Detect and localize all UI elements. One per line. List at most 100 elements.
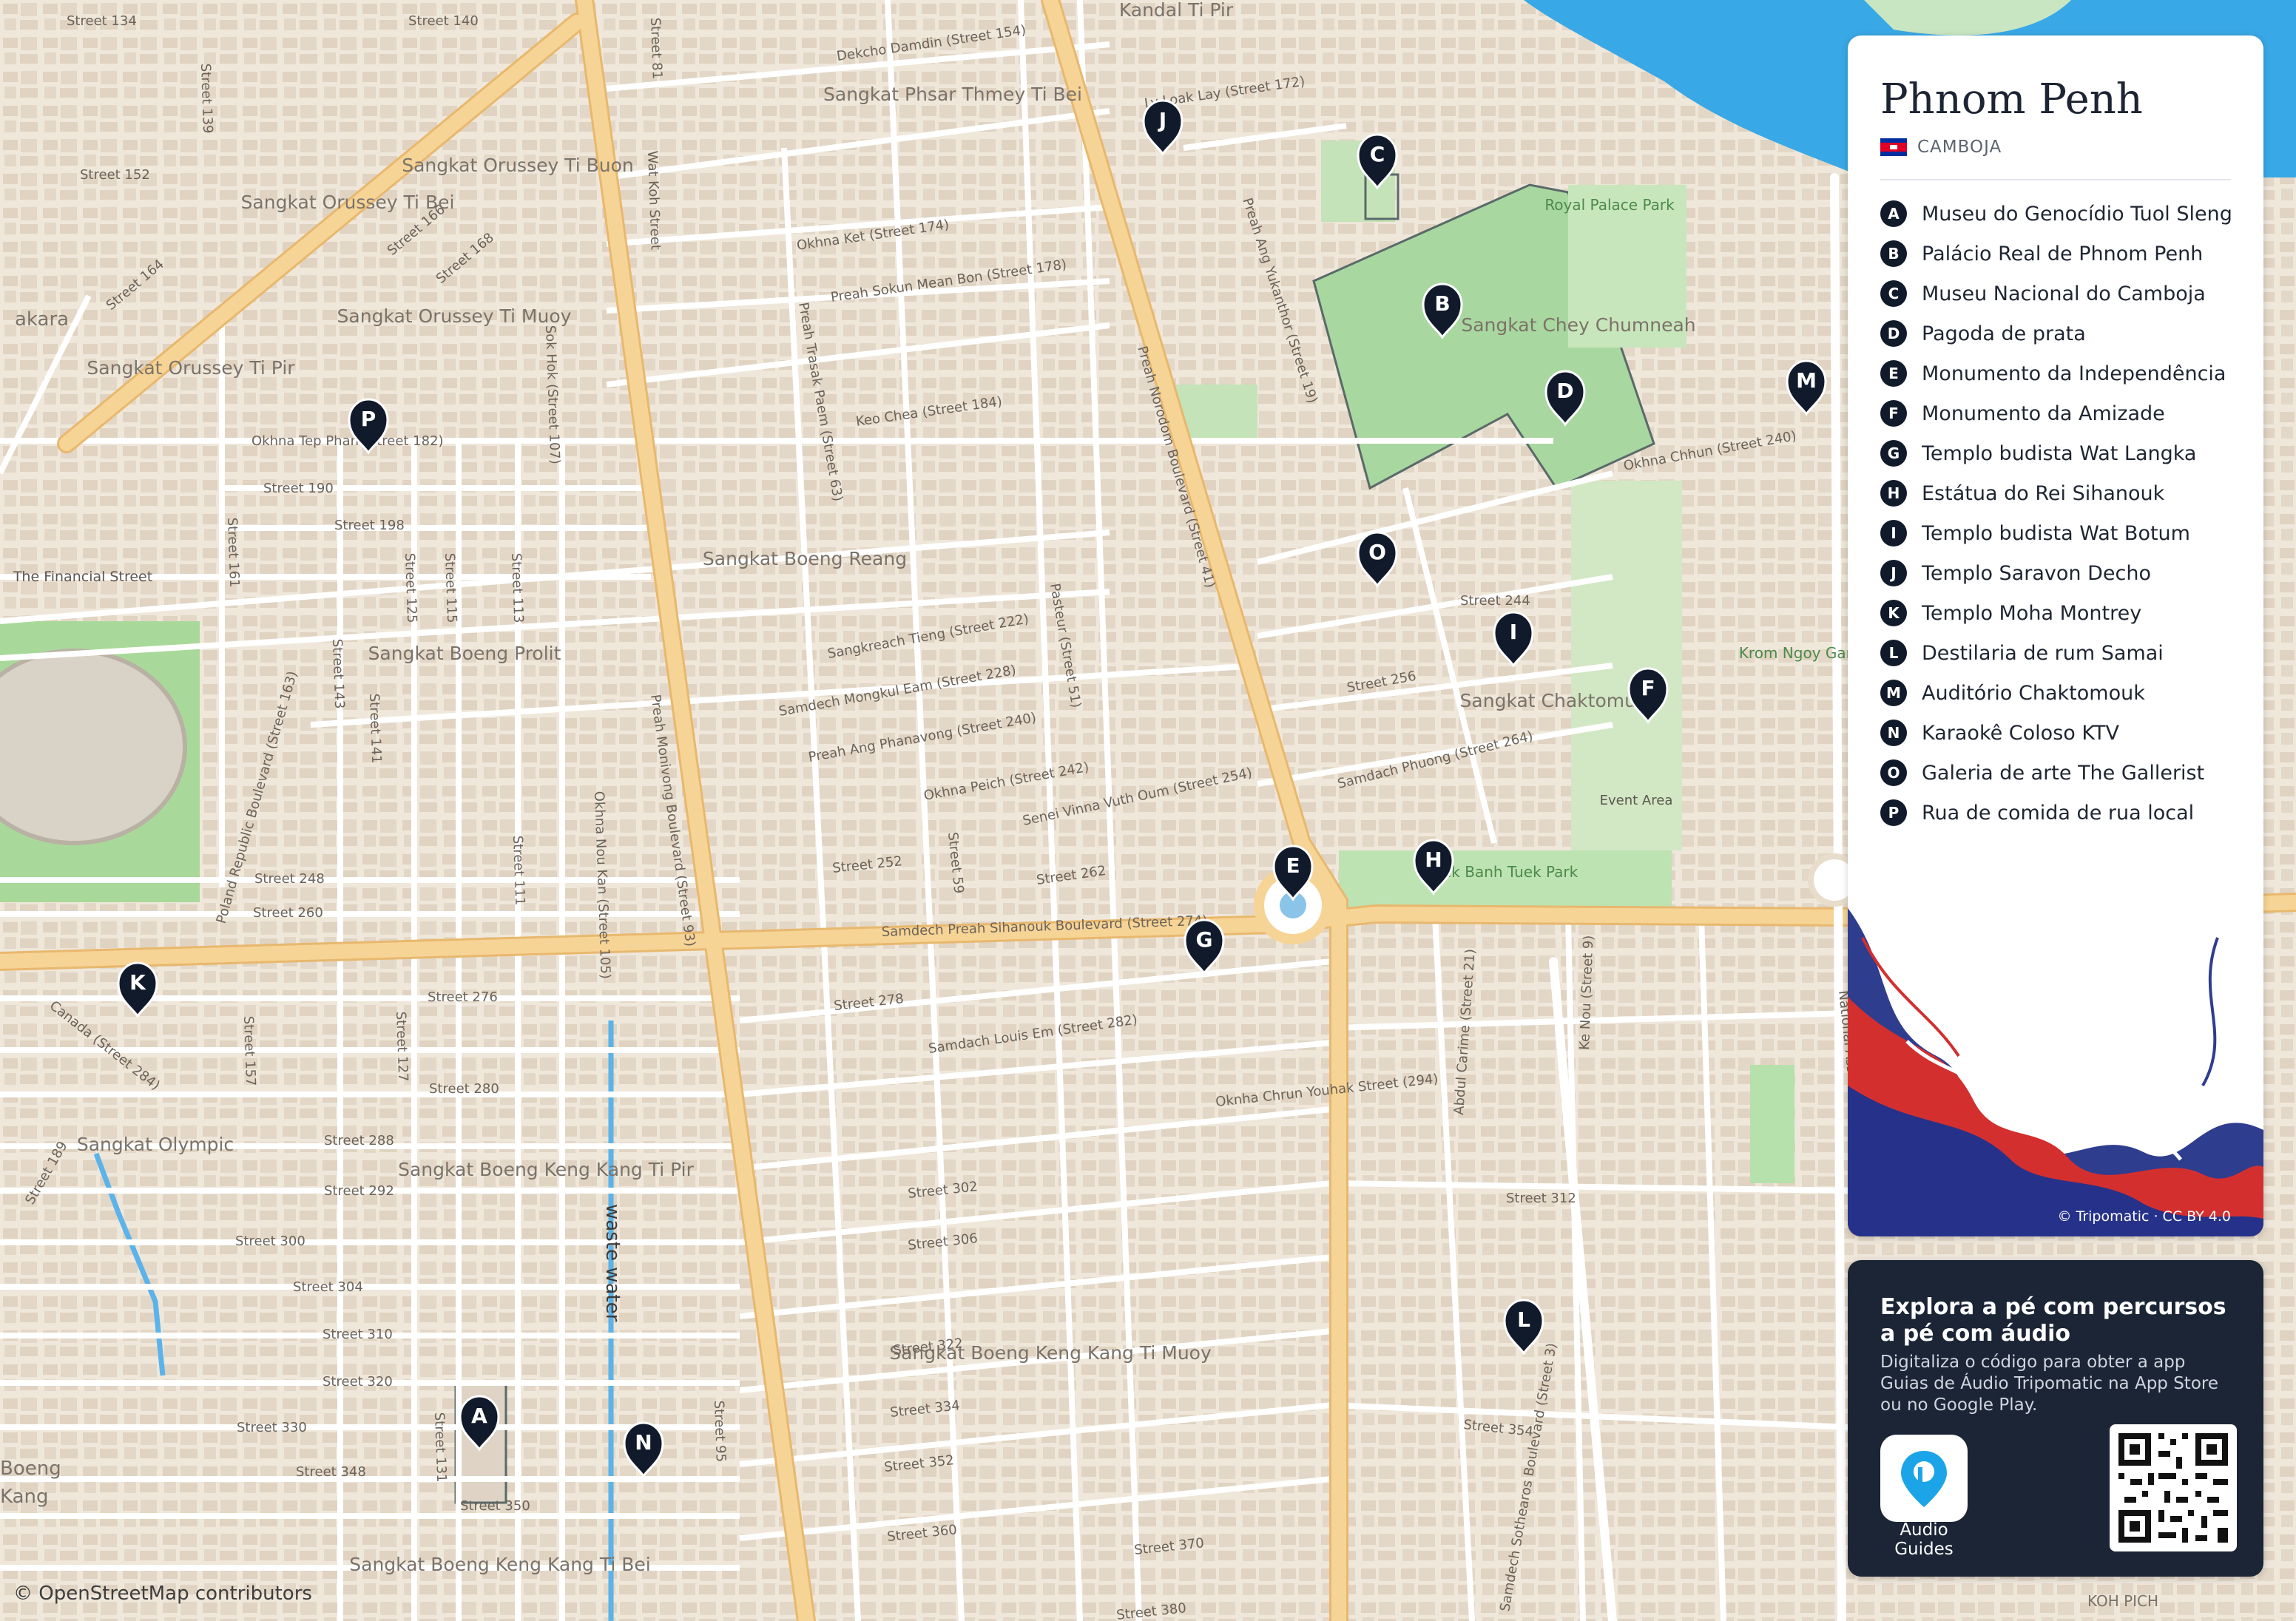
area-text: Sangkat Boeng Prolit: [368, 643, 561, 664]
poi-name: Auditório Chaktomouk: [1922, 681, 2145, 705]
marker-letter: E: [1286, 853, 1300, 878]
street-text: waste water: [601, 1204, 624, 1322]
poi-letter-badge: H: [1880, 480, 1907, 507]
street-label: Street 198: [334, 518, 405, 533]
poi-list-item[interactable]: F Monumento da Amizade: [1880, 393, 2232, 433]
street-label: Street 248: [254, 871, 325, 887]
street-text: Street 244: [1460, 593, 1530, 609]
poi-list: A Museu do Genocídio Tuol Sleng B Palácio R…: [1880, 194, 2232, 833]
audio-guide-promo: Explora a pé com percursos a pé com áudi…: [1848, 1260, 2263, 1577]
street-text: Street 115: [442, 552, 459, 623]
promo-title: Explora a pé com percursos a pé com áudi…: [1880, 1294, 2226, 1347]
street-label: Street 139: [197, 63, 215, 133]
street-text: Street 125: [402, 552, 419, 623]
marker-letter: F: [1641, 676, 1655, 700]
area-text: Sangkat Orussey Ti Bei: [241, 192, 455, 213]
poi-list-item[interactable]: B Palácio Real de Phnom Penh: [1880, 234, 2232, 274]
poi-list-item[interactable]: H Estátua do Rei Sihanouk: [1880, 473, 2232, 513]
marker-letter: D: [1556, 379, 1573, 403]
poi-letter-badge: M: [1880, 680, 1907, 706]
poi-list-item[interactable]: N Karaokê Coloso KTV: [1880, 713, 2232, 753]
area-label: Sangkat Boeng Keng Kang Ti Bei: [349, 1554, 651, 1575]
street-text: Street 141: [366, 693, 384, 763]
poi-list-item[interactable]: A Museu do Genocídio Tuol Sleng: [1880, 194, 2232, 234]
area-label: Sangkat Orussey Ti Pir: [87, 357, 295, 379]
poi-list-item[interactable]: C Museu Nacional do Camboja: [1880, 274, 2232, 314]
area-label: Sangkat Orussey Ti Bei: [241, 192, 455, 213]
poi-name: Rua de comida de rua local: [1922, 801, 2195, 825]
area-text: Royal Palace Park: [1544, 196, 1675, 214]
area-text: Sangkat Orussey Ti Muoy: [337, 305, 572, 327]
marker-letter: P: [361, 407, 377, 431]
street-text: Street 134: [67, 13, 137, 29]
street-label: Street 125: [402, 552, 419, 623]
street-label: Street 244: [1460, 593, 1530, 609]
street-text: Okhna Tep Phan (Street 182): [251, 433, 444, 449]
poi-name: Templo budista Wat Langka: [1922, 441, 2197, 465]
street-text: Street 152: [80, 167, 150, 183]
poi-letter-badge: I: [1880, 520, 1907, 546]
edge-label-koh-pich: KOH PICH: [2087, 1592, 2158, 1610]
marker-letter: J: [1158, 108, 1166, 132]
street-text: Street 300: [235, 1233, 305, 1249]
street-text: Street 350: [460, 1498, 530, 1514]
street-label: Street 157: [240, 1015, 258, 1086]
street-text: Street 330: [237, 1420, 307, 1435]
poi-letter-badge: G: [1880, 440, 1907, 467]
street-label: Street 260: [253, 905, 323, 921]
area-text: The Financial Street: [13, 569, 152, 585]
area-label: Sangkat Chaktomuk: [1460, 690, 1647, 711]
audio-guide-app-icon[interactable]: [1880, 1435, 1968, 1522]
qr-code[interactable]: [2110, 1424, 2237, 1551]
poi-list-item[interactable]: K Templo Moha Montrey: [1880, 593, 2232, 633]
marker-letter: L: [1517, 1307, 1530, 1332]
poi-list-item[interactable]: J Templo Saravon Decho: [1880, 553, 2232, 593]
street-label: Street 310: [323, 1327, 393, 1342]
poi-letter-badge: E: [1880, 360, 1907, 387]
poi-list-item[interactable]: G Templo budista Wat Langka: [1880, 433, 2232, 473]
edge-label-boeng-kang: Boeng: [0, 1458, 61, 1480]
area-text: Sangkat Chey Chumneah: [1461, 314, 1695, 336]
street-text: Street 310: [323, 1327, 393, 1342]
poi-list-item[interactable]: M Auditório Chaktomouk: [1880, 673, 2232, 713]
street-text: Street 140: [408, 13, 479, 29]
poi-name: Templo Moha Montrey: [1922, 601, 2142, 625]
poi-name: Monumento da Independência: [1922, 362, 2226, 385]
marker-letter: N: [635, 1430, 652, 1455]
poi-name: Karaokê Coloso KTV: [1922, 721, 2119, 745]
country-row: CAMBOJA: [1880, 136, 2002, 158]
poi-list-item[interactable]: I Templo budista Wat Botum: [1880, 513, 2232, 553]
poi-letter-badge: B: [1880, 240, 1907, 267]
marker-letter: K: [129, 970, 146, 995]
area-text: Sangkat Orussey Ti Pir: [87, 357, 295, 379]
divider: [1880, 179, 2231, 180]
street-text: Street 81: [647, 17, 665, 79]
street-label: Street 292: [324, 1183, 394, 1199]
street-text: Street 320: [323, 1374, 393, 1390]
poi-name: Estátua do Rei Sihanouk: [1922, 481, 2165, 505]
street-text: Street 198: [334, 518, 405, 533]
poi-list-item[interactable]: D Pagoda de prata: [1880, 314, 2232, 353]
poi-list-item[interactable]: O Galeria de arte The Gallerist: [1880, 753, 2232, 793]
street-text: Street 95: [711, 1400, 729, 1462]
country-name: CAMBOJA: [1917, 138, 2002, 157]
cambodia-flag-icon: [1880, 138, 1907, 156]
poi-list-item[interactable]: L Destilaria de rum Samai: [1880, 633, 2232, 673]
street-label: waste water: [601, 1204, 624, 1322]
area-text: Sangkat Orussey Ti Buon: [402, 155, 634, 176]
street-text: Street 143: [329, 638, 347, 708]
poi-letter-badge: P: [1880, 799, 1907, 826]
poi-list-item[interactable]: P Rua de comida de rua local: [1880, 793, 2232, 833]
street-label: Street 288: [324, 1133, 394, 1148]
marker-letter: I: [1510, 620, 1517, 644]
street-label: Okhna Tep Phan (Street 182): [251, 433, 444, 449]
street-text: Street 304: [293, 1279, 363, 1295]
poi-list-item[interactable]: E Monumento da Independência: [1880, 353, 2232, 393]
street-label: Street 140: [408, 13, 479, 29]
park-south: [1750, 1065, 1794, 1183]
marker-letter: A: [471, 1404, 487, 1428]
poi-name: Museu do Genocídio Tuol Sleng: [1922, 202, 2232, 226]
app-label: Audio Guides: [1894, 1520, 1954, 1559]
area-text: Sangkat Olympic: [77, 1134, 234, 1155]
area-text: Sangkat Boeng Keng Kang Ti Bei: [349, 1554, 651, 1575]
